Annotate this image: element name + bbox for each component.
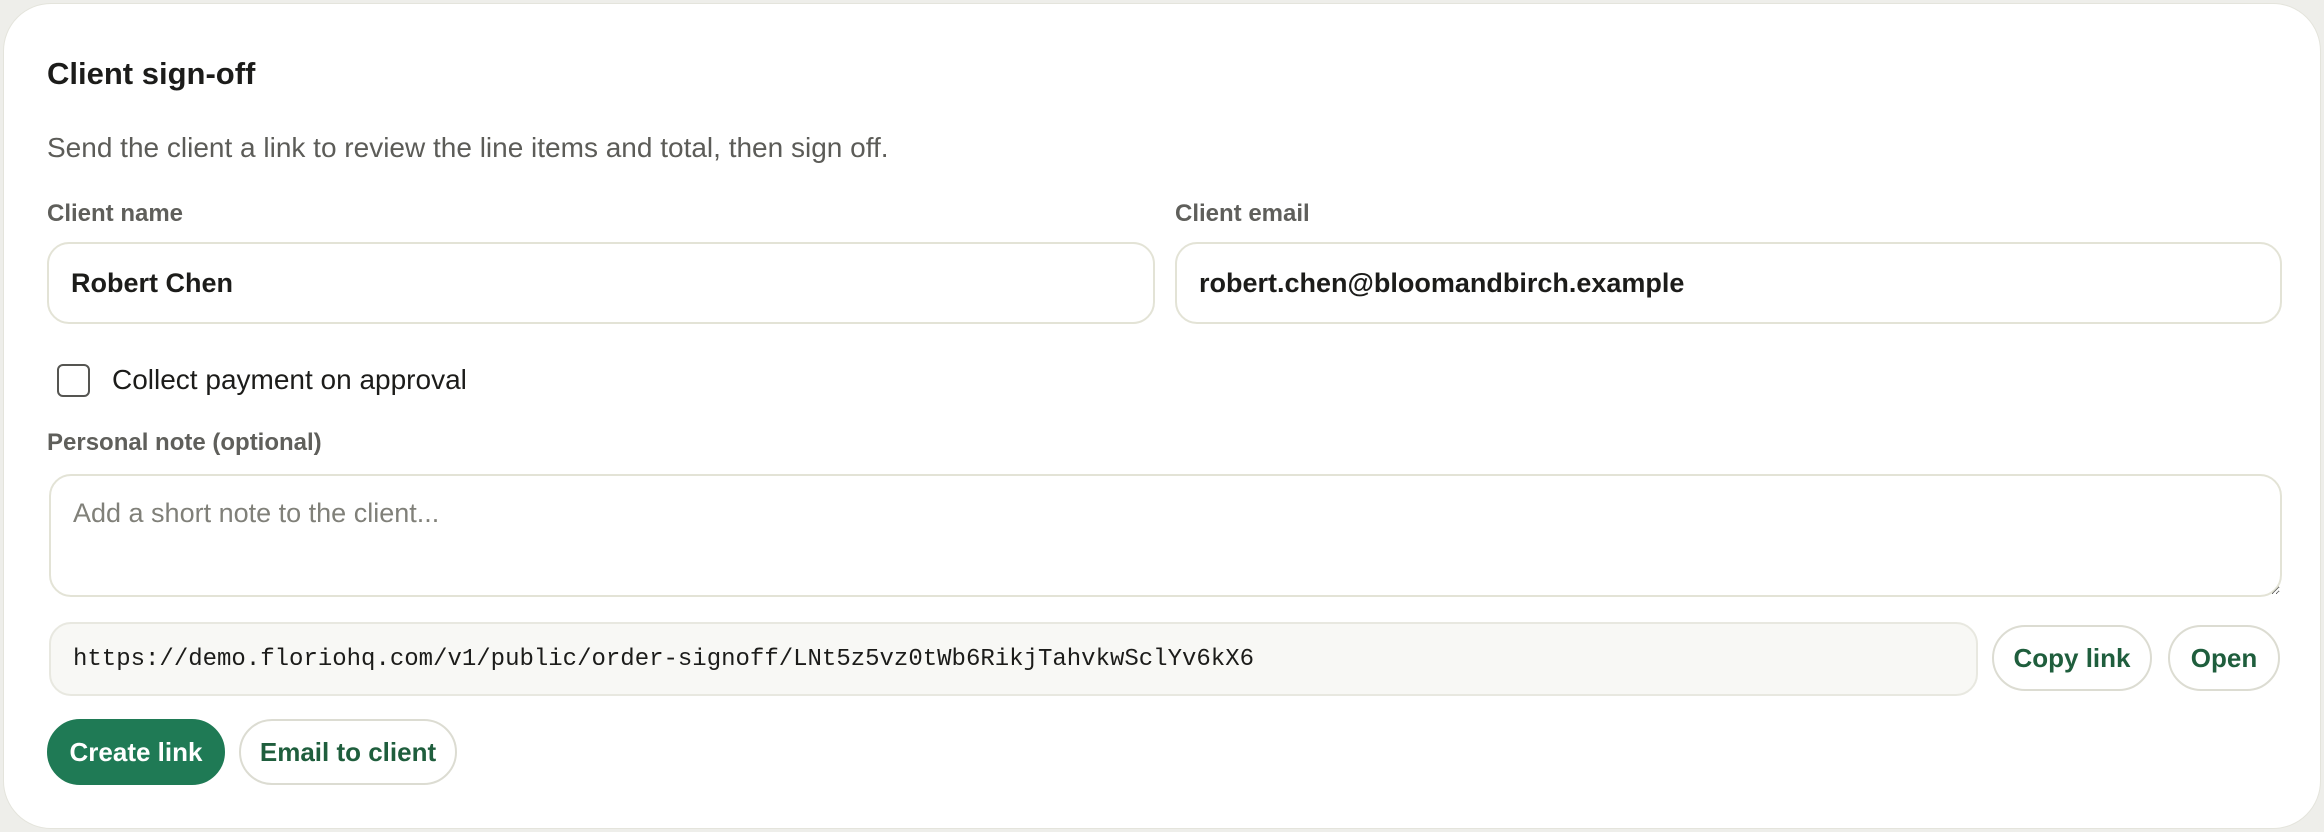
client-email-input[interactable] [1175,242,2282,324]
collect-payment-checkbox-row[interactable]: Collect payment on approval [57,362,467,398]
client-email-label: Client email [1175,200,1310,227]
copy-link-button[interactable]: Copy link [1992,625,2152,691]
create-link-button[interactable]: Create link [47,719,225,785]
client-name-label: Client name [47,200,184,227]
email-to-client-button[interactable]: Email to client [239,719,457,785]
signoff-link-field[interactable] [49,622,1978,696]
card-title: Client sign-off [47,56,256,91]
card-description: Send the client a link to review the lin… [47,132,889,163]
open-link-button[interactable]: Open [2168,625,2280,691]
client-name-input[interactable] [47,242,1155,324]
personal-note-textarea[interactable] [49,474,2282,597]
collect-payment-label: Collect payment on approval [112,364,467,395]
personal-note-label: Personal note (optional) [47,429,322,456]
client-signoff-card: Client sign-off Send the client a link t… [3,3,2321,829]
collect-payment-checkbox[interactable] [57,363,90,397]
